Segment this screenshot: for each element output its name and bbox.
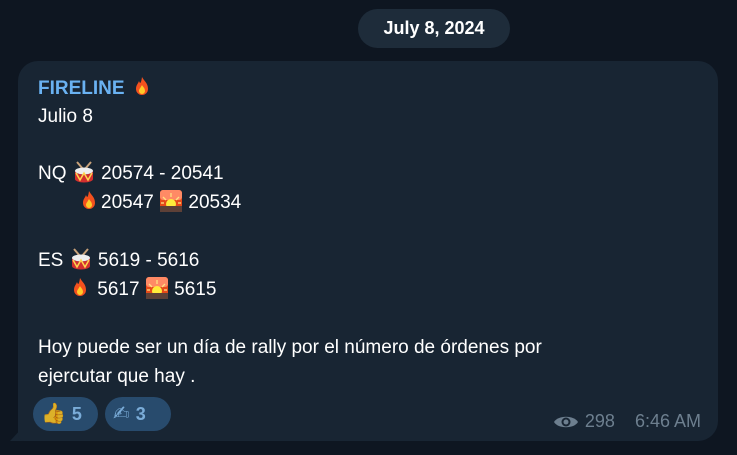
message-body-line-2: ejercutar que hay .: [38, 363, 195, 391]
writing-hand-icon: ✍: [113, 403, 130, 425]
reaction-thumbs-up[interactable]: 👍 5: [33, 397, 98, 431]
nq-sunrise-level: 20534: [188, 192, 242, 213]
message-body-text-1: Hoy puede ser un día de rally por el núm…: [38, 337, 542, 358]
nq-fire-level: 20547: [101, 192, 154, 213]
es-range: 5619 - 5616: [97, 250, 200, 271]
es-label: ES: [38, 250, 64, 271]
message-body-text-2: ejercutar que hay .: [38, 366, 196, 387]
es-range-line: ES 5619 - 5616: [38, 247, 199, 275]
sender-label: FIRELINE: [38, 78, 125, 99]
message-body-line-1: Hoy puede ser un día de rally por el núm…: [38, 334, 542, 362]
thumbs-up-icon: 👍: [41, 403, 66, 425]
nq-label: NQ: [38, 163, 67, 184]
es-fire-level: 5617: [97, 279, 140, 300]
reaction-count: 3: [135, 403, 146, 424]
sunrise-icon: [145, 277, 168, 299]
message-meta: 298 6:46 AM: [553, 411, 701, 432]
message-time: 6:46 AM: [634, 411, 701, 431]
reaction-writing-hand[interactable]: ✍ 3: [105, 397, 171, 431]
drum-icon: [74, 161, 93, 183]
nq-range: 20574 - 20541: [101, 163, 224, 184]
eye-icon: [553, 416, 578, 427]
reaction-count: 5: [71, 403, 82, 424]
view-count: 298: [584, 411, 615, 431]
fire-icon: [135, 77, 148, 95]
message-date-line: Julio 8: [38, 103, 93, 131]
date-separator: July 8, 2024: [358, 9, 510, 48]
fire-icon: [83, 191, 95, 209]
sender-name[interactable]: FIRELINE: [38, 75, 154, 103]
drum-icon: [71, 248, 90, 270]
fire-icon: [74, 278, 86, 296]
nq-levels-line: 20547 20534: [77, 189, 241, 217]
sunrise-icon: [160, 190, 183, 212]
es-sunrise-level: 5615: [174, 279, 217, 300]
nq-range-line: NQ 20574 - 20541: [38, 160, 224, 188]
message-date: Julio 8: [38, 106, 93, 127]
es-levels-line: 5617 5615: [68, 276, 216, 304]
